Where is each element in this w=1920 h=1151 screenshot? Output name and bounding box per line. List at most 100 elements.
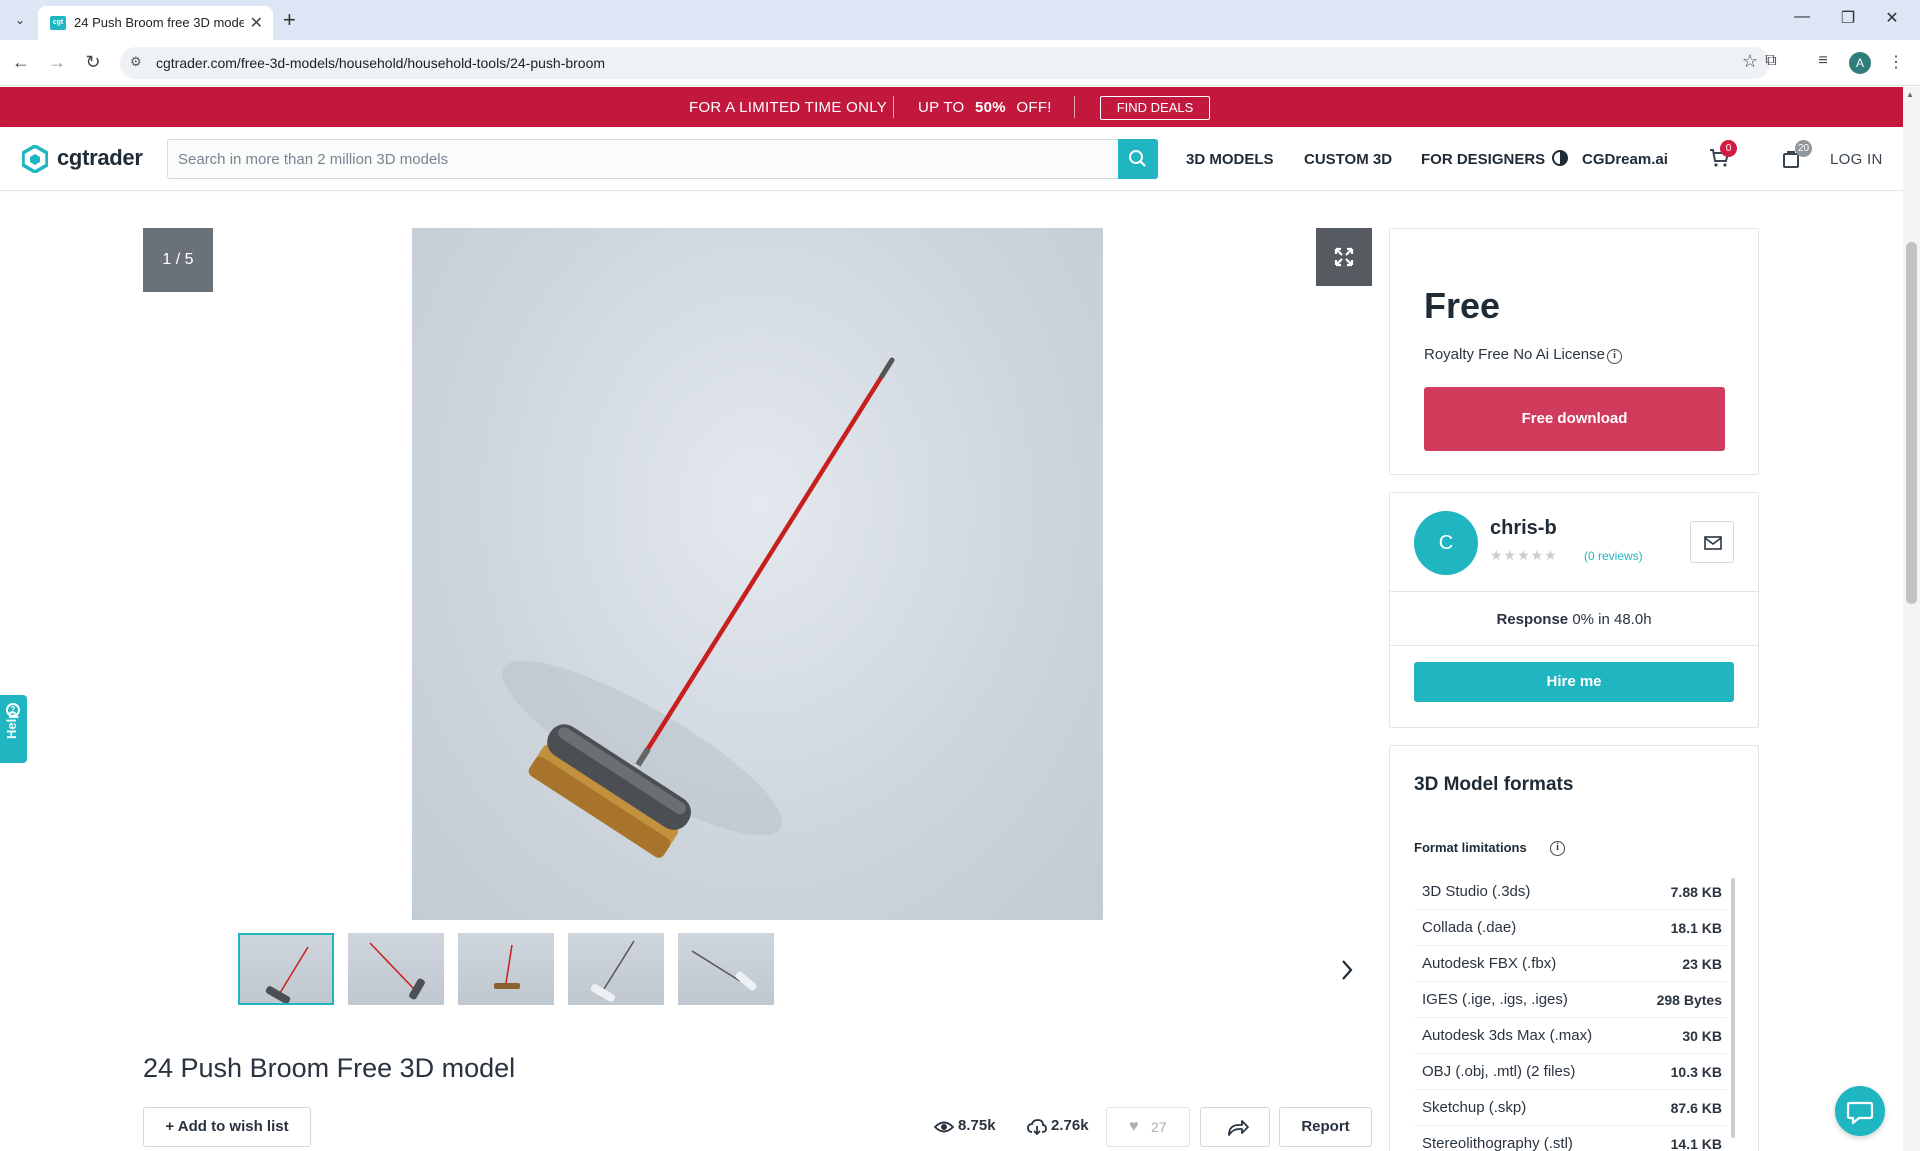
format-name: 3D Studio (.3ds)	[1422, 883, 1531, 900]
expand-icon	[1334, 247, 1354, 267]
views-eye-icon	[934, 1121, 954, 1133]
promo-percent: 50%	[975, 99, 1006, 116]
format-row: OBJ (.obj, .mtl) (2 files) 10.3 KB	[1414, 1054, 1726, 1090]
license-text[interactable]: Royalty Free No Ai License	[1424, 346, 1605, 363]
thumbnail-3[interactable]	[458, 933, 554, 1005]
message-author-button[interactable]	[1690, 521, 1734, 563]
views-count: 8.75k	[958, 1117, 996, 1134]
share-button[interactable]	[1200, 1107, 1270, 1147]
license-info-icon[interactable]: i	[1607, 349, 1622, 364]
find-deals-button[interactable]: FIND DEALS	[1100, 96, 1210, 120]
scroll-up-arrow-icon[interactable]: ▲	[1906, 90, 1914, 99]
push-broom-render	[502, 357, 895, 858]
format-size: 7.88 KB	[1670, 884, 1722, 900]
help-tab[interactable]: ? Help	[0, 695, 27, 763]
format-limitations-label: Format limitations	[1414, 840, 1527, 855]
new-tab-icon[interactable]: +	[283, 7, 296, 33]
media-control-icon[interactable]: ≡	[1812, 52, 1834, 70]
price: Free	[1424, 285, 1501, 326]
thumbnails-next-chevron-icon[interactable]	[1339, 958, 1355, 982]
site-header: cgtrader 3D MODELS CUSTOM 3D FOR DESIGNE…	[0, 127, 1903, 191]
page-scrollbar-thumb[interactable]	[1906, 242, 1917, 604]
cgtrader-logo-icon[interactable]	[22, 145, 48, 173]
cgtrader-favicon-icon: cgt	[50, 16, 66, 30]
author-name[interactable]: chris-b	[1490, 517, 1557, 540]
profile-avatar[interactable]: A	[1849, 52, 1871, 74]
cart-count-badge: 0	[1720, 140, 1737, 157]
format-name: OBJ (.obj, .mtl) (2 files)	[1422, 1063, 1576, 1080]
thumbnail-1[interactable]	[238, 933, 334, 1005]
format-name: IGES (.ige, .igs, .iges)	[1422, 991, 1568, 1008]
login-link[interactable]: LOG IN	[1830, 151, 1883, 168]
url-text: cgtrader.com/free-3d-models/household/ho…	[156, 55, 606, 71]
thumbnail-4[interactable]	[568, 933, 664, 1005]
nav-custom-3d[interactable]: CUSTOM 3D	[1304, 151, 1392, 168]
thumbnail-image	[369, 942, 425, 1000]
search-button[interactable]	[1118, 139, 1158, 179]
response-stats: Response 0% in 48.0h	[1390, 611, 1758, 628]
add-to-wishlist-button[interactable]: + Add to wish list	[143, 1107, 311, 1147]
divider	[1390, 591, 1758, 592]
chat-button[interactable]	[1835, 1086, 1885, 1136]
image-counter: 1 / 5	[143, 228, 213, 292]
browser-menu-icon[interactable]: ⋮	[1885, 52, 1907, 72]
tab-title: 24 Push Broom free 3D model |	[74, 15, 244, 30]
tab-close-icon[interactable]: ✕	[250, 13, 263, 33]
chat-icon	[1846, 1101, 1874, 1125]
format-row: 3D Studio (.3ds) 7.88 KB	[1414, 874, 1726, 910]
promo-discount-text: UP TO 50% OFF!	[918, 99, 1052, 116]
author-avatar[interactable]: C	[1414, 511, 1478, 575]
extensions-icon[interactable]: ⧉	[1760, 52, 1782, 70]
format-limitations-info-icon[interactable]: i	[1550, 841, 1565, 856]
fullscreen-button[interactable]	[1316, 228, 1372, 286]
browser-tab[interactable]: cgt 24 Push Broom free 3D model | ✕	[38, 6, 273, 40]
rating-stars-icon: ★★★★★	[1490, 547, 1558, 563]
report-button[interactable]: Report	[1279, 1107, 1372, 1147]
format-size: 10.3 KB	[1670, 1064, 1722, 1080]
minimize-icon[interactable]: —	[1790, 8, 1814, 26]
restore-icon[interactable]: ❐	[1836, 8, 1860, 28]
response-label: Response	[1496, 611, 1569, 628]
like-button[interactable]: ♥ 27	[1106, 1107, 1190, 1147]
heart-icon: ♥	[1129, 1118, 1139, 1135]
back-icon[interactable]: ←	[10, 52, 32, 73]
forward-icon[interactable]: →	[46, 52, 68, 73]
free-download-button[interactable]: Free download	[1424, 387, 1725, 451]
bookmark-star-icon[interactable]: ☆	[1742, 51, 1758, 72]
downloads-cloud-icon	[1027, 1119, 1047, 1136]
search-input[interactable]	[168, 140, 1118, 178]
window-close-icon[interactable]: ✕	[1880, 8, 1904, 28]
format-row: Collada (.dae) 18.1 KB	[1414, 910, 1726, 946]
tab-search-icon[interactable]: ⌄	[10, 10, 30, 30]
browser-address-bar: ← → ↻ ⚙ cgtrader.com/free-3d-models/hous…	[0, 40, 1920, 86]
main-preview-image[interactable]	[412, 228, 1103, 920]
site-info-icon[interactable]: ⚙	[130, 54, 142, 70]
likes-count: 27	[1151, 1119, 1167, 1135]
plus-icon: +	[165, 1118, 178, 1135]
format-size: 23 KB	[1682, 956, 1722, 972]
thumbnail-2[interactable]	[348, 933, 444, 1005]
format-name: Collada (.dae)	[1422, 919, 1517, 936]
url-bar[interactable]: ⚙ cgtrader.com/free-3d-models/household/…	[120, 47, 1770, 79]
nav-for-designers[interactable]: FOR DESIGNERS	[1421, 151, 1545, 168]
reviews-link[interactable]: (0 reviews)	[1584, 549, 1643, 563]
format-size: 14.1 KB	[1670, 1136, 1722, 1151]
thumbnail-image	[265, 946, 309, 1003]
product-title: 24 Push Broom Free 3D model	[143, 1053, 516, 1083]
thumbnail-5[interactable]	[678, 933, 774, 1005]
format-list-scrollbar[interactable]	[1731, 878, 1735, 1138]
format-row: Autodesk 3ds Max (.max) 30 KB	[1414, 1018, 1726, 1054]
next-image-chevron-icon[interactable]	[1314, 558, 1350, 606]
format-size: 87.6 KB	[1670, 1100, 1722, 1116]
nav-cgdream[interactable]: CGDream.ai	[1582, 151, 1668, 168]
format-name: Stereolithography (.stl)	[1422, 1135, 1573, 1151]
hire-me-button[interactable]: Hire me	[1414, 662, 1734, 702]
promo-prefix: UP TO	[918, 99, 965, 116]
logo-text[interactable]: cgtrader	[57, 145, 143, 171]
thumbnail-image	[590, 940, 635, 1002]
reload-icon[interactable]: ↻	[82, 52, 104, 73]
price-card: Free Royalty Free No Ai License i Free d…	[1389, 228, 1759, 475]
format-row: Sketchup (.skp) 87.6 KB	[1414, 1090, 1726, 1126]
nav-3d-models[interactable]: 3D MODELS	[1186, 151, 1274, 168]
format-row: IGES (.ige, .igs, .iges) 298 Bytes	[1414, 982, 1726, 1018]
